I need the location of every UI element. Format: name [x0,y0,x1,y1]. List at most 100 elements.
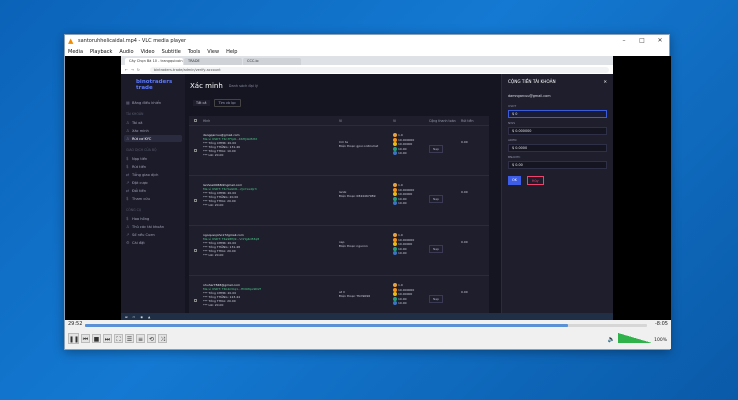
coin-balance: 10.00 [393,151,429,156]
ok-button[interactable]: OK [508,176,521,185]
menu-subtitle[interactable]: Subtitle [162,49,181,55]
browser-tab[interactable]: Cây Chọn Bà 10 - trangquicoin [125,58,183,65]
deposit-button[interactable]: Nạp [429,245,443,253]
close-icon[interactable]: ✕ [651,35,669,47]
coin-icon [393,151,397,156]
coin-balance: 1.0 [393,183,429,187]
coin-icon [393,133,397,137]
withdraw-value: 0.00 [461,190,468,194]
volume-slider[interactable] [618,333,653,343]
playlist-button[interactable]: ≡ [136,334,145,343]
aden-input[interactable]: $ 0.0000 [508,144,607,152]
sidebar-section-transactions: GIAO DỊCH CỦA BỘ [126,148,157,152]
video-area[interactable]: Cây Chọn Bà 10 - trangquicoin TRADE CCC.… [65,56,671,321]
main-content: Xác minh Danh sách đại lý Tất cả Tìm và … [185,74,613,321]
time-elapsed: 29:52 [68,321,83,327]
close-icon[interactable]: ✕ [603,79,607,84]
menu-audio[interactable]: Audio [119,49,133,55]
back-icon[interactable]: ← [125,68,128,72]
pause-button[interactable]: ❚❚ [68,333,79,344]
extended-settings-button[interactable]: ☰ [125,334,134,343]
nws-input[interactable]: $ 0.000000 [508,127,607,135]
field-label: USDT [508,104,517,108]
sidebar-item-accounts[interactable]: ♙ Thủ các tài khoản [124,223,182,230]
coin-balance: 10.00000 [393,242,429,247]
usdt-input[interactable]: $ 0 [508,110,607,118]
shuffle-button[interactable]: ⤨ [158,334,167,343]
field-value: 0.00 [515,163,523,167]
coin-balance: 10.000000 [393,187,429,192]
coin-icon [393,283,397,287]
playback-controls: ❚❚ ⏮ ■ ⏭ ⛶ ☰ ≡ ⟲ ⤨ [68,333,169,344]
sidebar-item-bets[interactable]: ↗ Đặt cược [124,179,182,186]
maximize-icon[interactable]: □ [633,35,651,47]
coin-value: 10.00000 [398,192,413,197]
vlc-window-title: santoruhhelicaidal.mp4 - VLC media playe… [78,38,187,44]
menu-playback[interactable]: Playback [90,49,112,55]
deposit-button[interactable]: Nạp [429,195,443,203]
stop-button[interactable]: ■ [92,334,101,343]
reload-icon[interactable]: ↻ [137,68,140,72]
coin-balance: 1.0 [393,133,429,137]
sidebar-item-verify[interactable]: ♙ Xác minh [124,127,182,134]
chrome-icon: ◉ [140,315,143,319]
sidebar-item-deposit[interactable]: $ Nạp tiền [124,155,182,162]
menu-help[interactable]: Help [226,49,237,55]
sidebar-item-stats[interactable]: ↗ Số nếu Cuen [124,231,182,238]
browser-tab[interactable]: CCC.io [243,58,301,65]
menu-view[interactable]: View [207,49,219,55]
coin-icon [393,201,397,206]
row-checkbox[interactable] [194,149,197,152]
deposit-button[interactable]: Nạp [429,295,443,303]
volume-control[interactable]: 🔈 100% [608,333,667,343]
sidebar-item-kyc[interactable]: ♙ Rút cơ KYC [124,135,182,142]
fullscreen-button[interactable]: ⛶ [114,334,123,343]
user-phone: Điện thoại: gpvr.onltcuhat [339,144,379,148]
cancel-button[interactable]: Hủy [526,176,544,185]
coin-value: 10.00 [398,146,407,151]
browser-tabs: Cây Chọn Bà 10 - trangquicoin TRADE CCC.… [121,56,613,65]
sidebar-item-dashboard[interactable]: ▦ Bảng điều khiển [124,99,182,106]
row-checkbox[interactable] [194,249,197,252]
minimize-icon[interactable]: – [615,35,633,47]
time-remaining[interactable]: -8:05 [655,321,668,327]
coin-icon [393,237,397,242]
browser-tab[interactable]: TRADE [184,58,242,65]
menu-media[interactable]: Media [68,49,83,55]
coin-icon [393,183,397,187]
coin-icon [393,187,397,192]
stat-line: *** Lãi: 20.00 [203,253,224,257]
sidebar-item-label: Xác minh [132,128,149,133]
menu-tools[interactable]: Tools [188,49,200,55]
sidebar-item-commission[interactable]: $ Hoa hồng [124,215,182,222]
sidebar-item-research[interactable]: $ Tham cứu [124,195,182,202]
sidebar-item-exchange[interactable]: ⇄ Đổi tiền [124,187,182,194]
breadcrumb[interactable]: Danh sách đại lý [229,84,258,88]
coin-value: 10.00000 [398,142,413,147]
select-all-checkbox[interactable] [194,118,197,122]
brand-logo: binotraders trade [136,79,173,91]
deposit-button[interactable]: Nạp [429,145,443,153]
bnantc-input[interactable]: $ 0.00 [508,161,607,169]
previous-button[interactable]: ⏮ [81,334,90,343]
filter-select[interactable]: Tất cả [193,100,210,106]
coin-value: 10.000000 [398,287,415,292]
sidebar-item-withdraw[interactable]: $ Rút tiền [124,163,182,170]
search-filter-button[interactable]: Tìm và lọc [213,99,241,107]
loop-button[interactable]: ⟲ [147,334,156,343]
sidebar-item-label: Tổng giao dịch [132,172,159,177]
speaker-icon[interactable]: 🔈 [608,336,615,343]
sidebar-item-transactions[interactable]: ⇄ Tổng giao dịch [124,171,182,178]
next-button[interactable]: ⏭ [103,334,112,343]
seek-bar[interactable] [85,324,647,327]
url-input[interactable]: bintraders.trade/admin/verify-account [149,66,609,73]
row-checkbox[interactable] [194,199,197,202]
forward-icon[interactable]: → [131,68,134,72]
menu-video[interactable]: Video [141,49,155,55]
sidebar-item-settings[interactable]: ⚙ Cài đặt [124,239,182,246]
coin-icon [393,301,397,306]
vlc-window: ▲ santoruhhelicaidal.mp4 - VLC media pla… [64,34,671,350]
coin-value: 10.00 [398,296,407,301]
row-checkbox[interactable] [194,299,197,302]
sidebar-item-account[interactable]: ♙ Tài xã [124,119,182,126]
